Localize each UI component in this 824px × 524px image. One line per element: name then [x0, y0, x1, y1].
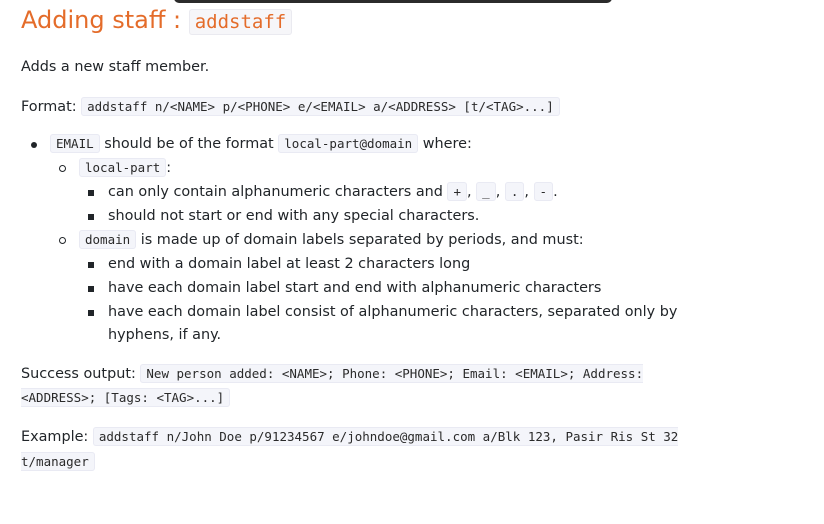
success-label: Success output:: [21, 365, 136, 382]
char-underscore-code: _: [476, 182, 496, 202]
doc-section: Adding staff : addstaff Adds a new staff…: [21, 0, 721, 475]
example-code: addstaff n/John Doe p/91234567 e/johndoe…: [21, 427, 679, 471]
char-separator: ,: [495, 184, 501, 201]
local-part-rules: can only contain alphanumeric characters…: [79, 181, 721, 228]
local-part-item: local-part: can only contain alphanumeri…: [59, 157, 721, 228]
domain-code: domain: [79, 230, 137, 250]
format-code: addstaff n/<NAME> p/<PHONE> e/<EMAIL> a/…: [81, 97, 560, 117]
email-code: EMAIL: [50, 134, 100, 154]
success-output-line: Success output: New person added: <NAME>…: [21, 362, 721, 412]
chars-rule-text: can only contain alphanumeric characters…: [108, 184, 443, 201]
email-text-after: where:: [422, 136, 472, 153]
example-label: Example:: [21, 429, 89, 446]
domain-item: domain is made up of domain labels separ…: [59, 229, 721, 347]
description: Adds a new staff member.: [21, 59, 210, 75]
section-heading: Adding staff : addstaff: [21, 4, 721, 38]
rule-end-period: .: [553, 184, 558, 201]
email-rule-item: EMAIL should be of the format local-part…: [31, 133, 721, 347]
char-plus-code: +: [447, 182, 468, 202]
email-format-code: local-part@domain: [278, 134, 419, 154]
email-subrules-list: local-part: can only contain alphanumeri…: [50, 157, 721, 347]
char-dot-code: .: [504, 182, 525, 202]
heading-command-code: addstaff: [188, 9, 293, 35]
local-part-suffix: :: [166, 160, 172, 177]
char-separator: ,: [467, 184, 472, 201]
local-part-special-rule: should not start or end with any special…: [88, 205, 721, 228]
char-separator: ,: [524, 184, 529, 201]
domain-rule: have each domain label start and end wit…: [88, 277, 721, 300]
local-part-chars-rule: can only contain alphanumeric characters…: [88, 181, 721, 204]
domain-rule: have each domain label consist of alphan…: [88, 301, 721, 347]
domain-text: is made up of domain labels separated by…: [140, 232, 584, 249]
format-label: Format:: [21, 99, 77, 116]
format-line: Format: addstaff n/<NAME> p/<PHONE> e/<E…: [21, 96, 721, 119]
domain-rule: end with a domain label at least 2 chara…: [88, 253, 721, 276]
email-rules-list: EMAIL should be of the format local-part…: [21, 133, 721, 347]
heading-text: Adding staff :: [21, 6, 182, 34]
email-text-before: should be of the format: [104, 136, 274, 153]
example-line: Example: addstaff n/John Doe p/91234567 …: [21, 425, 721, 475]
local-part-code: local-part: [79, 158, 167, 178]
char-hyphen-code: -: [533, 182, 554, 202]
domain-rules: end with a domain label at least 2 chara…: [79, 253, 721, 347]
